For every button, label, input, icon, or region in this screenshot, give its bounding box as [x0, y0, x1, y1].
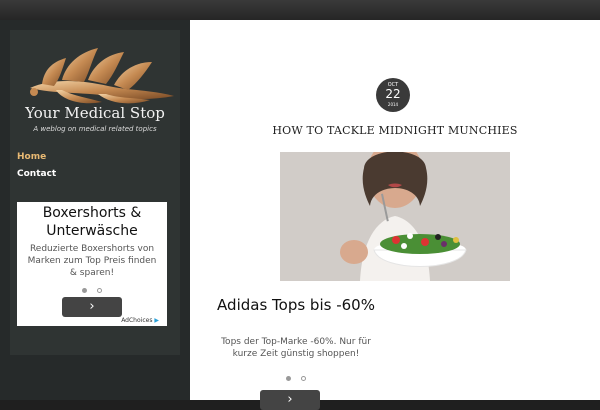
pagination-dot[interactable]: [301, 375, 307, 381]
site-tagline: A weblog on medical related topics: [33, 125, 157, 133]
adchoices-icon: ▶: [154, 317, 159, 324]
main-content: OCT 22 2014 HOW TO TACKLE MIDNIGHT MUNCH…: [190, 20, 600, 410]
sidebar-ad-pagination: [17, 286, 167, 294]
sidebar-ad-button[interactable]: ›: [62, 297, 122, 317]
site-title[interactable]: Your Medical Stop: [10, 104, 180, 122]
sidebar: Your Medical Stop A weblog on medical re…: [10, 30, 180, 355]
post-title[interactable]: HOW TO TACKLE MIDNIGHT MUNCHIES: [190, 124, 600, 137]
chevron-right-icon: ›: [89, 299, 95, 314]
sidebar-ad-text: Reduzierte Boxershorts von Marken zum To…: [27, 244, 157, 278]
post-date-badge: OCT 22 2014: [376, 78, 410, 112]
top-bar: [0, 0, 600, 20]
content-ad-title[interactable]: Adidas Tops bis -60%: [210, 296, 382, 315]
adchoices-label: AdChoices: [121, 317, 153, 324]
pagination-dot-active[interactable]: [285, 375, 291, 381]
post-date-year: 2014: [387, 102, 399, 107]
content-ad-text: Tops der Top-Marke -60%. Nur für kurze Z…: [221, 337, 371, 359]
pagination-dot[interactable]: [97, 287, 103, 293]
content-ad[interactable]: Adidas Tops bis -60% Tops der Top-Marke …: [210, 294, 382, 410]
sidebar-ad-title[interactable]: Boxershorts & Unterwäsche: [17, 204, 167, 240]
post-featured-image[interactable]: [280, 152, 510, 281]
post-date-day: 22: [385, 87, 401, 101]
leaf-logo-icon[interactable]: [22, 40, 178, 110]
adchoices-link[interactable]: AdChoices ▶: [121, 317, 159, 324]
content-ad-button[interactable]: ›: [260, 390, 320, 410]
sidebar-ad[interactable]: Boxershorts & Unterwäsche Reduzierte Box…: [17, 202, 167, 326]
pagination-dot-active[interactable]: [81, 287, 87, 293]
nav-item-contact[interactable]: Contact: [17, 169, 56, 179]
nav-item-home[interactable]: Home: [17, 152, 46, 162]
content-ad-pagination: [210, 374, 382, 382]
